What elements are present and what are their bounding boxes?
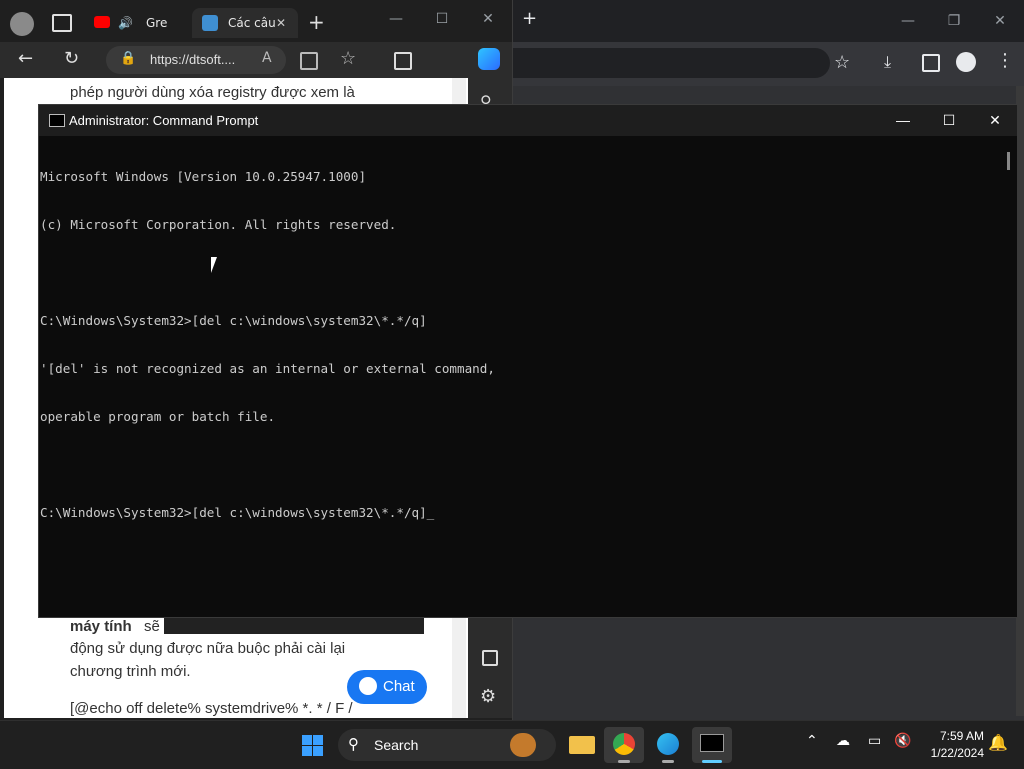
file-explorer-button[interactable] <box>562 727 602 763</box>
maximize-icon[interactable]: ☐ <box>422 4 462 34</box>
back-icon[interactable]: ← <box>18 48 33 69</box>
console-output[interactable]: Microsoft Windows [Version 10.0.25947.10… <box>39 136 1002 618</box>
speaker-icon[interactable]: 🔊 <box>118 8 133 38</box>
read-aloud-icon[interactable]: A <box>262 50 272 66</box>
windows-logo-icon-part <box>313 746 323 756</box>
tab-article[interactable]: Các câu ✕ <box>192 8 298 38</box>
search-highlight-icon <box>510 733 536 757</box>
profile-avatar[interactable] <box>956 52 976 72</box>
new-tab-icon[interactable]: + <box>308 10 325 34</box>
close-icon[interactable]: ✕ <box>980 6 1020 36</box>
console-line: Microsoft Windows [Version 10.0.25947.10… <box>40 169 367 184</box>
console-line: operable program or batch file. <box>40 409 276 424</box>
minimize-icon[interactable]: — <box>883 105 923 135</box>
scroll-thumb[interactable] <box>1007 152 1010 170</box>
chevron-up-icon[interactable]: ⌃ <box>806 733 818 749</box>
mouse-pointer-icon <box>211 257 223 273</box>
download-icon[interactable]: ⤓ <box>884 52 891 72</box>
console-line: C:\Windows\System32>[del c:\windows\syst… <box>40 313 427 328</box>
clock-date[interactable]: 1/22/2024 <box>918 746 984 760</box>
immersive-reader-icon[interactable] <box>300 52 318 70</box>
address-bar[interactable]: 🔒 https://dtsoft.... <box>106 46 286 74</box>
terminal-taskbar-button[interactable] <box>692 727 732 763</box>
windows-logo-icon-part <box>302 746 312 756</box>
search-icon: ⚲ <box>348 735 359 753</box>
article-text-line: [@echo off delete% systemdrive% *. * / F… <box>70 700 353 717</box>
profile-avatar[interactable] <box>10 12 34 36</box>
youtube-icon <box>94 16 110 28</box>
running-indicator <box>662 760 674 763</box>
cmd-icon <box>49 114 65 127</box>
hide-sidebar-icon[interactable] <box>482 650 498 666</box>
chrome-icon <box>613 733 635 755</box>
tab-actions-icon[interactable] <box>52 14 72 32</box>
chrome-tab-bar: + — ❐ ✕ <box>512 0 1024 42</box>
start-button[interactable] <box>292 727 332 763</box>
close-icon[interactable]: ✕ <box>975 105 1015 135</box>
maximize-icon[interactable]: ☐ <box>929 105 969 135</box>
console-scrollbar[interactable] <box>1001 136 1017 617</box>
url-text: https://dtsoft.... <box>150 52 236 67</box>
refresh-icon[interactable]: ↻ <box>64 48 79 69</box>
taskbar: ⚲ Search ⌃ ☁ ▭ 🔇 7:59 AM 1/22/2024 🔔 <box>0 720 1024 769</box>
minimize-icon[interactable]: — <box>376 4 416 34</box>
network-icon[interactable]: ▭ <box>868 733 881 749</box>
close-icon[interactable]: ✕ <box>468 4 508 34</box>
running-indicator <box>618 760 630 763</box>
folder-icon <box>569 736 595 754</box>
cmd-title-bar[interactable]: Administrator: Command Prompt — ☐ ✕ <box>39 105 1017 136</box>
windows-logo-icon <box>302 735 312 745</box>
split-screen-icon[interactable] <box>394 52 412 70</box>
chrome-omnibox[interactable] <box>512 48 830 78</box>
volume-muted-icon[interactable]: 🔇 <box>894 733 911 749</box>
bookmark-star-icon[interactable]: ☆ <box>834 52 850 73</box>
edge-tab-bar: 🔊 Gre Các câu ✕ + — ☐ ✕ <box>0 0 512 42</box>
chat-button[interactable]: Chat <box>347 670 427 704</box>
command-prompt-window: Administrator: Command Prompt — ☐ ✕ Micr… <box>38 104 1018 618</box>
article-text-line: phép người dùng xóa registry được xem là <box>70 84 355 101</box>
windows-logo-icon-part <box>313 735 323 745</box>
settings-gear-icon[interactable]: ⚙ <box>480 686 496 707</box>
chrome-taskbar-button[interactable] <box>604 727 644 763</box>
site-favicon <box>202 15 218 31</box>
cloud-icon[interactable]: ☁ <box>836 733 850 749</box>
taskbar-search-box[interactable]: ⚲ Search <box>338 729 556 761</box>
edge-icon <box>657 733 679 755</box>
close-tab-icon[interactable]: ✕ <box>276 8 286 38</box>
article-text-line: sẽ <box>144 618 160 635</box>
side-panel-icon[interactable] <box>922 54 940 72</box>
lock-icon: 🔒 <box>120 51 137 66</box>
search-label: Search <box>374 737 419 753</box>
edge-taskbar-button[interactable] <box>648 727 688 763</box>
console-line: (c) Microsoft Corporation. All rights re… <box>40 217 397 232</box>
copilot-icon[interactable] <box>478 48 500 70</box>
article-text-line: động sử dụng được nữa buộc phải cài lại <box>70 640 346 657</box>
clock-time[interactable]: 7:59 AM <box>924 729 984 743</box>
tab-label: Các câu <box>228 16 276 30</box>
tab-youtube[interactable]: 🔊 Gre <box>86 8 186 38</box>
chrome-toolbar: ☆ ⤓ ⋮ <box>512 42 1024 86</box>
minimize-icon[interactable]: — <box>888 6 928 36</box>
cmd-icon <box>700 734 724 752</box>
console-input-line[interactable]: C:\Windows\System32>[del c:\windows\syst… <box>40 505 1002 521</box>
notification-bell-icon[interactable]: 🔔 <box>988 733 1008 752</box>
article-bold-text: máy tính <box>70 618 132 635</box>
chat-label: Chat <box>383 678 415 695</box>
messenger-icon <box>359 677 377 695</box>
article-text-line: chương trình mới. <box>70 663 191 680</box>
console-line: '[del' is not recognized as an internal … <box>40 361 495 376</box>
new-tab-icon[interactable]: + <box>522 8 537 29</box>
tab-label: Gre <box>146 16 168 30</box>
restore-icon[interactable]: ❐ <box>934 6 974 36</box>
favorite-star-icon[interactable]: ☆ <box>340 48 356 69</box>
chrome-menu-icon[interactable]: ⋮ <box>996 50 1014 71</box>
active-indicator <box>702 760 722 763</box>
window-title: Administrator: Command Prompt <box>69 113 259 128</box>
